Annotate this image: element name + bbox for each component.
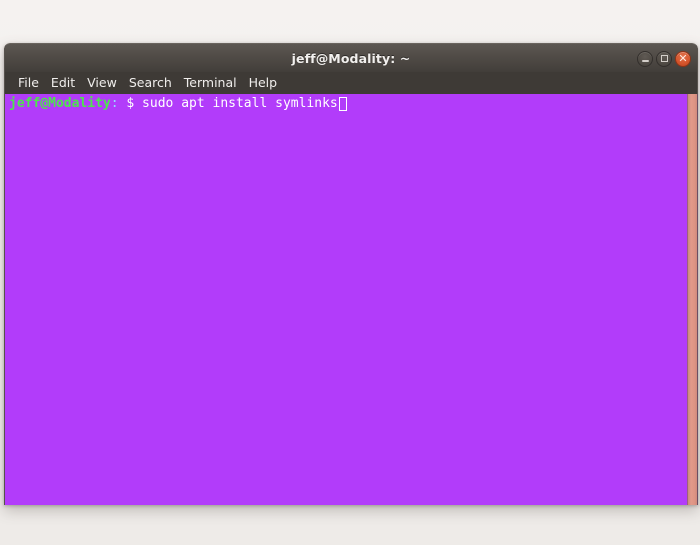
minimize-button[interactable] <box>637 50 653 67</box>
menu-item-file[interactable]: File <box>12 74 45 92</box>
terminal-command-text: sudo apt install symlinks <box>134 96 338 111</box>
terminal-scrollbar[interactable] <box>687 94 697 505</box>
prompt-sigil: $ <box>126 96 135 111</box>
close-button[interactable]: ✕ <box>675 50 691 67</box>
window-title-bar[interactable]: jeff@Modality: ~ ✕ <box>4 43 698 72</box>
minimize-icon <box>641 59 649 62</box>
prompt-user-host: jeff@Modality <box>9 96 111 111</box>
menu-item-edit[interactable]: Edit <box>45 74 81 92</box>
menu-item-help[interactable]: Help <box>243 74 284 92</box>
window-title: jeff@Modality: ~ <box>291 50 411 66</box>
terminal-cursor <box>338 97 347 111</box>
terminal-body: jeff@Modality: $ sudo apt install symlin… <box>4 94 698 505</box>
maximize-icon <box>660 55 668 62</box>
menu-bar: File Edit View Search Terminal Help <box>4 72 698 94</box>
terminal-screen[interactable]: jeff@Modality: $ sudo apt install symlin… <box>5 94 687 505</box>
desktop-background: jeff@Modality: ~ ✕ File Edit View Search… <box>0 0 700 545</box>
prompt-path <box>119 96 127 112</box>
menu-item-terminal[interactable]: Terminal <box>178 74 243 92</box>
menu-item-view[interactable]: View <box>81 74 123 92</box>
close-icon: ✕ <box>678 52 688 65</box>
menu-item-search[interactable]: Search <box>123 74 178 92</box>
window-controls: ✕ <box>637 44 691 73</box>
terminal-prompt-line: jeff@Modality: $ sudo apt install symlin… <box>9 96 687 112</box>
maximize-button[interactable] <box>656 50 672 67</box>
prompt-separator: : <box>110 96 119 111</box>
terminal-window: jeff@Modality: ~ ✕ File Edit View Search… <box>4 43 698 505</box>
